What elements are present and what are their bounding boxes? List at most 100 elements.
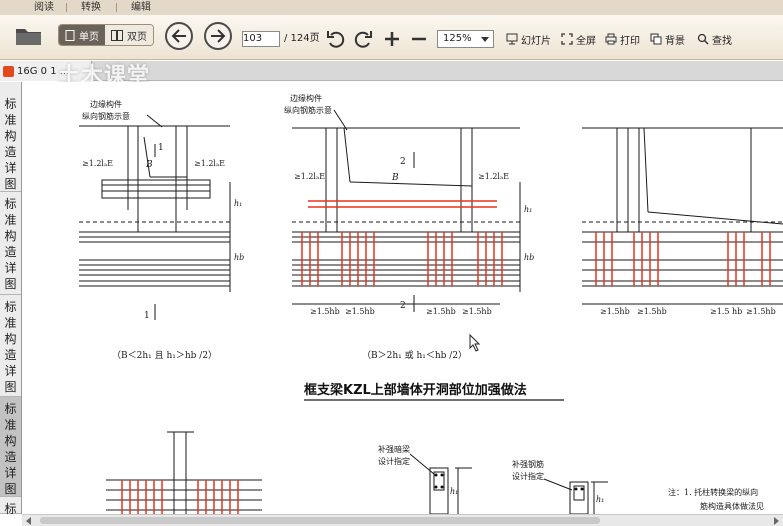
figure-3: ≥1.5hb ≥1.5hb ≥1.5 hb ≥1.5hb <box>582 127 783 316</box>
rotate-left-icon <box>327 31 345 48</box>
section-a-h1-label: h₁ <box>450 487 458 496</box>
bookmark-item[interactable]: 标准构造详图 <box>0 192 21 295</box>
next-page-button[interactable] <box>204 22 232 50</box>
note-line-1: 注：1. 托柱转换梁的纵向 <box>668 487 758 497</box>
pdf-file-icon <box>3 65 14 77</box>
fig1-hb-label: hb <box>234 253 244 262</box>
double-page-button[interactable]: 双页 <box>105 25 153 45</box>
toolbar: 单页 双页 103 / 124页 125% 幻灯片 全屏 打印 背景 查找 <box>0 15 783 60</box>
fig2-section-number: 2 <box>400 157 406 167</box>
search-icon <box>697 33 709 45</box>
fig1-width-label: B <box>145 160 153 170</box>
slideshow-button[interactable]: 幻灯片 <box>506 31 551 47</box>
figure-2: 边缘构件 纵向钢筋示意 2 B ≥1.2lₐE ≥1.2lₐE h₁ hb 2 … <box>284 93 534 361</box>
scroll-left-icon[interactable] <box>26 517 31 525</box>
document-page: .k { stroke: #1a1a1a; fill: none; } .r {… <box>22 82 783 514</box>
fig2-dim-left: ≥1.2lₐE <box>294 172 325 181</box>
arrow-right-icon <box>211 29 226 43</box>
fig1-label-top2: 纵向钢筋示意 <box>82 111 130 121</box>
rotate-right-button[interactable] <box>353 29 373 49</box>
background-label: 背景 <box>665 35 685 47</box>
find-button[interactable]: 查找 <box>697 31 732 47</box>
zoom-in-button[interactable] <box>383 30 401 48</box>
scrollbar-thumb[interactable] <box>40 517 600 524</box>
rotate-right-icon <box>354 31 372 48</box>
rotate-left-button[interactable] <box>326 29 346 49</box>
open-folder-icon[interactable] <box>14 24 44 48</box>
fig1-dim-right: ≥1.2lₐE <box>194 159 225 168</box>
bottom-figures: 补强暗梁 设计指定 h₁ 补强钢筋 设计指定 h₁ 注：1. 托柱转换梁的纵向 … <box>106 431 764 514</box>
fig2-dim-bottom-4: ≥1.5hb <box>462 307 492 316</box>
page-mode-toggle: 单页 双页 <box>58 24 154 46</box>
fig3-dim-bottom-4: ≥1.5hb <box>746 307 776 316</box>
drawing-canvas: .k { stroke: #1a1a1a; fill: none; } .r {… <box>79 93 783 514</box>
bookmark-item-active[interactable]: 标准构造详图 <box>0 397 21 497</box>
double-page-icon <box>111 29 123 41</box>
bookmark-sidebar: 标准构造详图 标准构造详图 标准构造详图 标准构造详图 标 <box>0 82 22 516</box>
plus-icon <box>385 32 399 46</box>
arrow-left-icon <box>171 29 186 43</box>
fullscreen-icon <box>561 33 573 45</box>
fig2-label-top: 边缘构件 <box>290 93 322 103</box>
fig3-dim-bottom-3: ≥1.5 hb <box>710 307 742 316</box>
print-label: 打印 <box>620 35 640 47</box>
zoom-select[interactable]: 125% <box>437 30 494 48</box>
background-button[interactable]: 背景 <box>650 31 685 47</box>
bookmark-item[interactable]: 标准构造详图 <box>0 92 21 192</box>
mouse-cursor-icon <box>469 333 481 352</box>
fig1-label-top: 边缘构件 <box>90 99 122 109</box>
scroll-right-icon[interactable] <box>774 517 779 525</box>
fig1-caption: （B＜2h₁ 且 h₁＞hb /2） <box>112 350 217 361</box>
zoom-value: 125% <box>443 33 472 44</box>
page-total: / 124页 <box>284 33 320 44</box>
bookmark-item[interactable]: 标准构造详图 <box>0 295 21 397</box>
print-button[interactable]: 打印 <box>605 31 640 47</box>
bookmark-item[interactable]: 标 <box>0 497 21 516</box>
section-title: 框支梁KZL上部墙体开洞部位加强做法 <box>304 382 527 398</box>
fig2-dim-bottom-2: ≥1.5hb <box>345 307 375 316</box>
background-icon <box>650 33 662 45</box>
fullscreen-button[interactable]: 全屏 <box>561 31 596 47</box>
fig2-caption: （B＞2h₁ 或 h₁＜hb /2） <box>362 349 467 361</box>
minus-icon <box>412 37 426 41</box>
print-icon <box>605 33 617 45</box>
fullscreen-label: 全屏 <box>576 35 596 47</box>
fig1-h1-label: h₁ <box>234 199 242 208</box>
fig1-section-number-bottom: 1 <box>144 311 150 321</box>
fig3-dim-bottom-1: ≥1.5hb <box>600 307 630 316</box>
fig1-section-number: 1 <box>158 143 164 153</box>
fig1-dim-left: ≥1.2lₐE <box>82 159 113 168</box>
slideshow-icon <box>506 33 518 45</box>
horizontal-scrollbar[interactable] <box>22 514 783 526</box>
fig2-width-label: B <box>391 173 399 183</box>
double-page-label: 双页 <box>127 31 147 43</box>
chevron-down-icon <box>481 37 489 42</box>
reinforcing-bar-label: 补强钢筋 <box>512 459 544 469</box>
slideshow-label: 幻灯片 <box>521 35 551 47</box>
tab-edit[interactable]: 编辑 <box>118 0 164 15</box>
zoom-out-button[interactable] <box>410 30 428 48</box>
prev-page-button[interactable] <box>165 22 193 50</box>
fig2-dim-right: ≥1.2lₐE <box>478 172 509 181</box>
fig2-label-top2: 纵向钢筋示意 <box>284 105 332 115</box>
page-number-input[interactable]: 103 <box>242 31 280 47</box>
reinforcing-beam-label: 补强暗梁 <box>378 444 410 454</box>
fig2-section-number-bottom: 2 <box>400 301 406 311</box>
fig2-hb-label: hb <box>524 253 534 262</box>
figure-1: 边缘构件 纵向钢筋示意 1 B ≥1.2lₐE ≥1.2lₐE h₁ hb 1 … <box>79 99 244 361</box>
single-page-label: 单页 <box>79 31 99 43</box>
fig3-dim-bottom-2: ≥1.5hb <box>637 307 667 316</box>
find-label: 查找 <box>712 35 732 47</box>
tab-read[interactable]: 阅读 <box>24 0 67 15</box>
tab-convert[interactable]: 转换 <box>68 0 117 15</box>
note-line-2: 筋构造具体做法见 <box>700 501 764 511</box>
fig2-dim-bottom-1: ≥1.5hb <box>310 307 340 316</box>
fig2-dim-bottom-3: ≥1.5hb <box>426 307 456 316</box>
single-page-button[interactable]: 单页 <box>59 25 105 45</box>
reinforcing-bar-designer-label: 设计指定 <box>512 471 544 481</box>
reinforcing-beam-designer-label: 设计指定 <box>378 456 410 466</box>
fig2-h1-label: h₁ <box>524 205 532 214</box>
section-b-h1-label: h₁ <box>596 495 604 504</box>
single-page-icon <box>65 29 75 41</box>
menu-tab-strip: 阅读 转换 编辑 <box>0 0 783 15</box>
